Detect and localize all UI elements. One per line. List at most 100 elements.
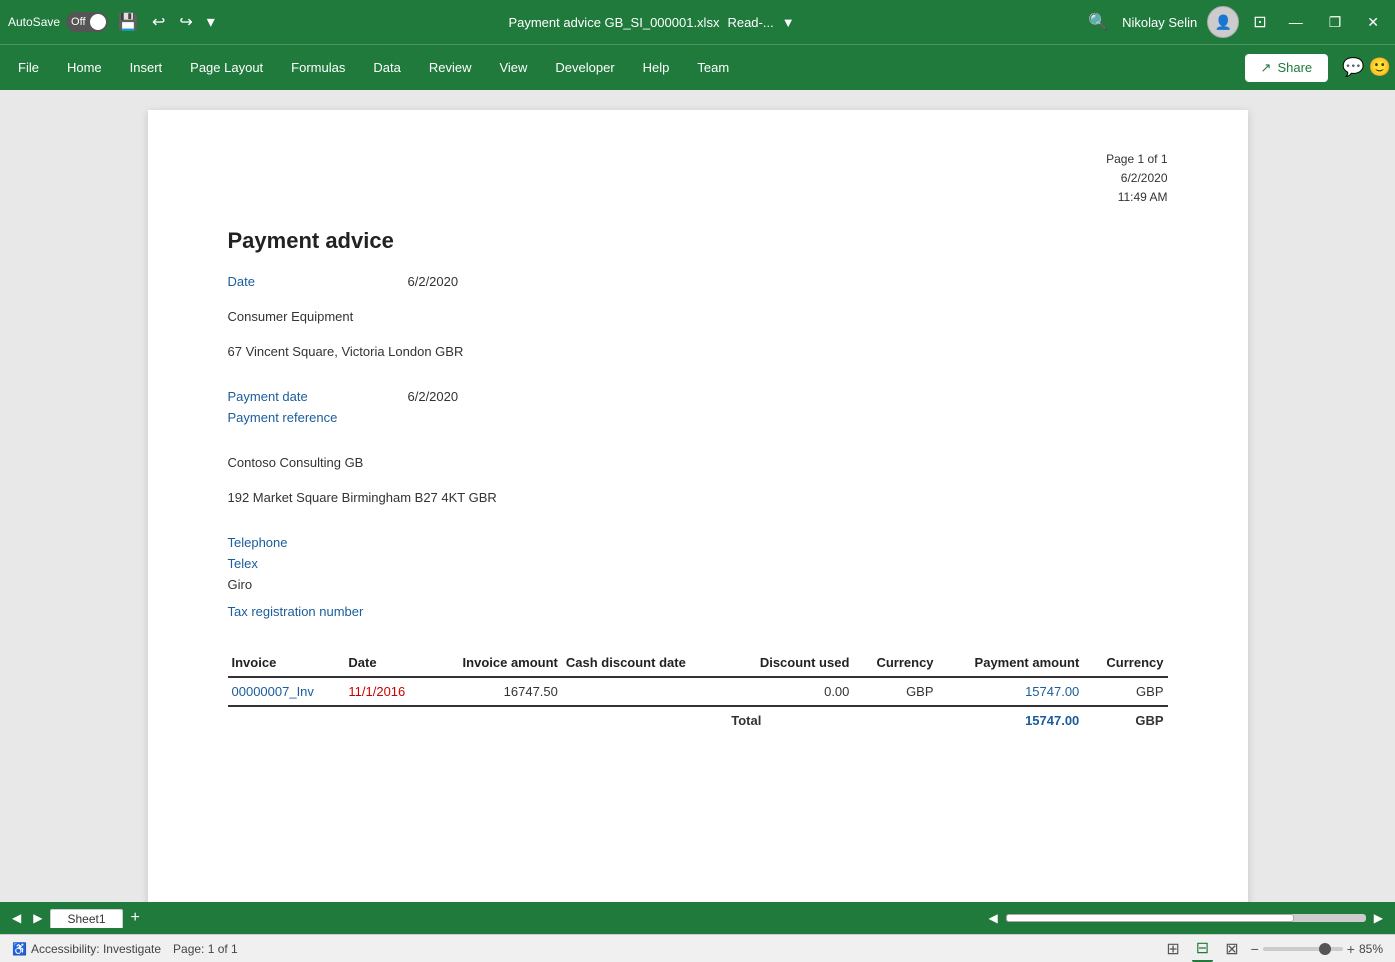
- save-icon[interactable]: 💾: [114, 10, 142, 34]
- total-label-cell: [228, 706, 345, 734]
- document-title: Payment advice: [228, 228, 1168, 254]
- fullscreen-icon[interactable]: ⊡: [1249, 10, 1270, 34]
- total-empty4: [853, 706, 937, 734]
- payment-date-value: 6/2/2020: [408, 389, 459, 404]
- giro-row: Giro: [228, 577, 1168, 598]
- sheet-tab-sheet1[interactable]: Sheet1: [50, 909, 122, 928]
- status-right: ⊞ ⊟ ⊠ − + 85%: [1162, 936, 1383, 962]
- search-icon[interactable]: 🔍: [1084, 10, 1112, 34]
- sheet-container[interactable]: Page 1 of 1 6/2/2020 11:49 AM Payment ad…: [0, 90, 1395, 902]
- cell-discount-used: 0.00: [727, 677, 853, 706]
- telephone-label: Telephone: [228, 535, 368, 550]
- cell-invoice-amount: 16747.50: [428, 677, 562, 706]
- zoom-control: − + 85%: [1251, 941, 1383, 957]
- date-label: Date: [228, 274, 368, 289]
- share-button[interactable]: ↗ Share: [1245, 54, 1329, 82]
- invoice-table: Invoice Date Invoice amount Cash discoun…: [228, 649, 1168, 734]
- bottom-bar: ◀ ▶ Sheet1 + ◀ ▶: [0, 902, 1395, 934]
- undo-icon[interactable]: ↩: [148, 10, 169, 34]
- menu-data[interactable]: Data: [359, 54, 414, 81]
- share-icon: ↗: [1261, 60, 1272, 76]
- cell-currency1: GBP: [853, 677, 937, 706]
- page-time: 11:49 AM: [228, 188, 1168, 207]
- total-label: Total: [727, 706, 853, 734]
- menu-bar: File Home Insert Page Layout Formulas Da…: [0, 44, 1395, 90]
- menu-team[interactable]: Team: [683, 54, 743, 81]
- menu-page-layout[interactable]: Page Layout: [176, 54, 277, 81]
- cell-cash-discount-date: [562, 677, 727, 706]
- th-invoice: Invoice: [228, 649, 345, 677]
- company-name: Consumer Equipment: [228, 309, 1168, 324]
- th-currency1: Currency: [853, 649, 937, 677]
- payment-ref-row: Payment reference: [228, 410, 1168, 425]
- menu-insert[interactable]: Insert: [116, 54, 177, 81]
- accessibility-label: Accessibility: Investigate: [31, 942, 161, 956]
- table-row: 00000007_Inv 11/1/2016 16747.50 0.00 GBP…: [228, 677, 1168, 706]
- tax-reg-row: Tax registration number: [228, 604, 1168, 619]
- menu-review[interactable]: Review: [415, 54, 486, 81]
- page-label: Page: 1 of 1: [173, 942, 238, 956]
- menu-file[interactable]: File: [4, 54, 53, 81]
- total-empty3: [562, 706, 727, 734]
- page-info: Page 1 of 1 6/2/2020 11:49 AM: [228, 150, 1168, 208]
- table-total-row: Total 15747.00 GBP: [228, 706, 1168, 734]
- menu-developer[interactable]: Developer: [541, 54, 628, 81]
- table-header-row: Invoice Date Invoice amount Cash discoun…: [228, 649, 1168, 677]
- scroll-left-btn[interactable]: ◀: [985, 909, 1002, 927]
- telex-row: Telex: [228, 556, 1168, 571]
- page-content: Page 1 of 1 6/2/2020 11:49 AM Payment ad…: [148, 110, 1248, 902]
- date-value: 6/2/2020: [408, 274, 459, 289]
- zoom-slider[interactable]: [1263, 947, 1343, 951]
- zoom-value: 85%: [1359, 942, 1383, 956]
- toggle-off-label: Off: [71, 16, 85, 28]
- scroll-right-btn[interactable]: ▶: [1370, 909, 1387, 927]
- zoom-out-btn[interactable]: −: [1251, 941, 1259, 957]
- page-break-view-btn[interactable]: ⊠: [1221, 937, 1242, 961]
- sheet-nav-prev[interactable]: ◀: [8, 909, 25, 927]
- giro-label: Giro: [228, 577, 253, 592]
- date-row: Date 6/2/2020: [228, 274, 1168, 289]
- emoji-icon[interactable]: 🙂: [1369, 57, 1391, 78]
- menu-view[interactable]: View: [485, 54, 541, 81]
- autosave-label: AutoSave: [8, 15, 60, 29]
- close-button[interactable]: ✕: [1359, 10, 1387, 35]
- page-status: Page: 1 of 1: [173, 942, 238, 956]
- customize-icon[interactable]: ▾: [203, 10, 219, 34]
- th-currency2: Currency: [1083, 649, 1167, 677]
- menu-home[interactable]: Home: [53, 54, 116, 81]
- menu-help[interactable]: Help: [629, 54, 684, 81]
- zoom-in-btn[interactable]: +: [1347, 941, 1355, 957]
- title-bar-left: AutoSave Off 💾 ↩ ↪ ▾: [8, 10, 219, 34]
- h-scrollbar[interactable]: [1006, 914, 1366, 922]
- autosave-toggle[interactable]: Off: [66, 12, 108, 32]
- sheet-tab-area: ◀ ▶ Sheet1 +: [8, 909, 144, 928]
- th-invoice-amount: Invoice amount: [428, 649, 562, 677]
- normal-view-btn[interactable]: ⊞: [1162, 937, 1183, 961]
- cell-currency2: GBP: [1083, 677, 1167, 706]
- total-empty1: [344, 706, 428, 734]
- cell-invoice: 00000007_Inv: [228, 677, 345, 706]
- cell-payment-amount: 15747.00: [938, 677, 1084, 706]
- avatar[interactable]: 👤: [1207, 6, 1239, 38]
- sheet-nav-next[interactable]: ▶: [29, 909, 46, 927]
- recipient-name: Contoso Consulting GB: [228, 455, 1168, 470]
- page-layout-view-btn[interactable]: ⊟: [1192, 936, 1213, 962]
- th-discount-used: Discount used: [727, 649, 853, 677]
- telephone-row: Telephone: [228, 535, 1168, 550]
- add-sheet-button[interactable]: +: [127, 909, 144, 927]
- payment-date-row: Payment date 6/2/2020: [228, 389, 1168, 404]
- title-bar-center: Payment advice GB_SI_000001.xlsx Read-..…: [227, 15, 1076, 30]
- main-area: Page 1 of 1 6/2/2020 11:49 AM Payment ad…: [0, 90, 1395, 962]
- dropdown-icon[interactable]: ▼: [782, 15, 795, 30]
- redo-icon[interactable]: ↪: [175, 10, 196, 34]
- restore-button[interactable]: ❐: [1321, 10, 1350, 35]
- comment-icon[interactable]: 💬: [1342, 57, 1364, 78]
- company-address: 67 Vincent Square, Victoria London GBR: [228, 344, 1168, 359]
- title-bar: AutoSave Off 💾 ↩ ↪ ▾ Payment advice GB_S…: [0, 0, 1395, 44]
- minimize-button[interactable]: —: [1281, 10, 1311, 34]
- title-bar-right: 🔍 Nikolay Selin 👤 ⊡ — ❐ ✕: [1084, 6, 1387, 38]
- menu-formulas[interactable]: Formulas: [277, 54, 359, 81]
- accessibility-status[interactable]: ♿ Accessibility: Investigate: [12, 942, 161, 956]
- page-date: 6/2/2020: [228, 169, 1168, 188]
- th-payment-amount: Payment amount: [938, 649, 1084, 677]
